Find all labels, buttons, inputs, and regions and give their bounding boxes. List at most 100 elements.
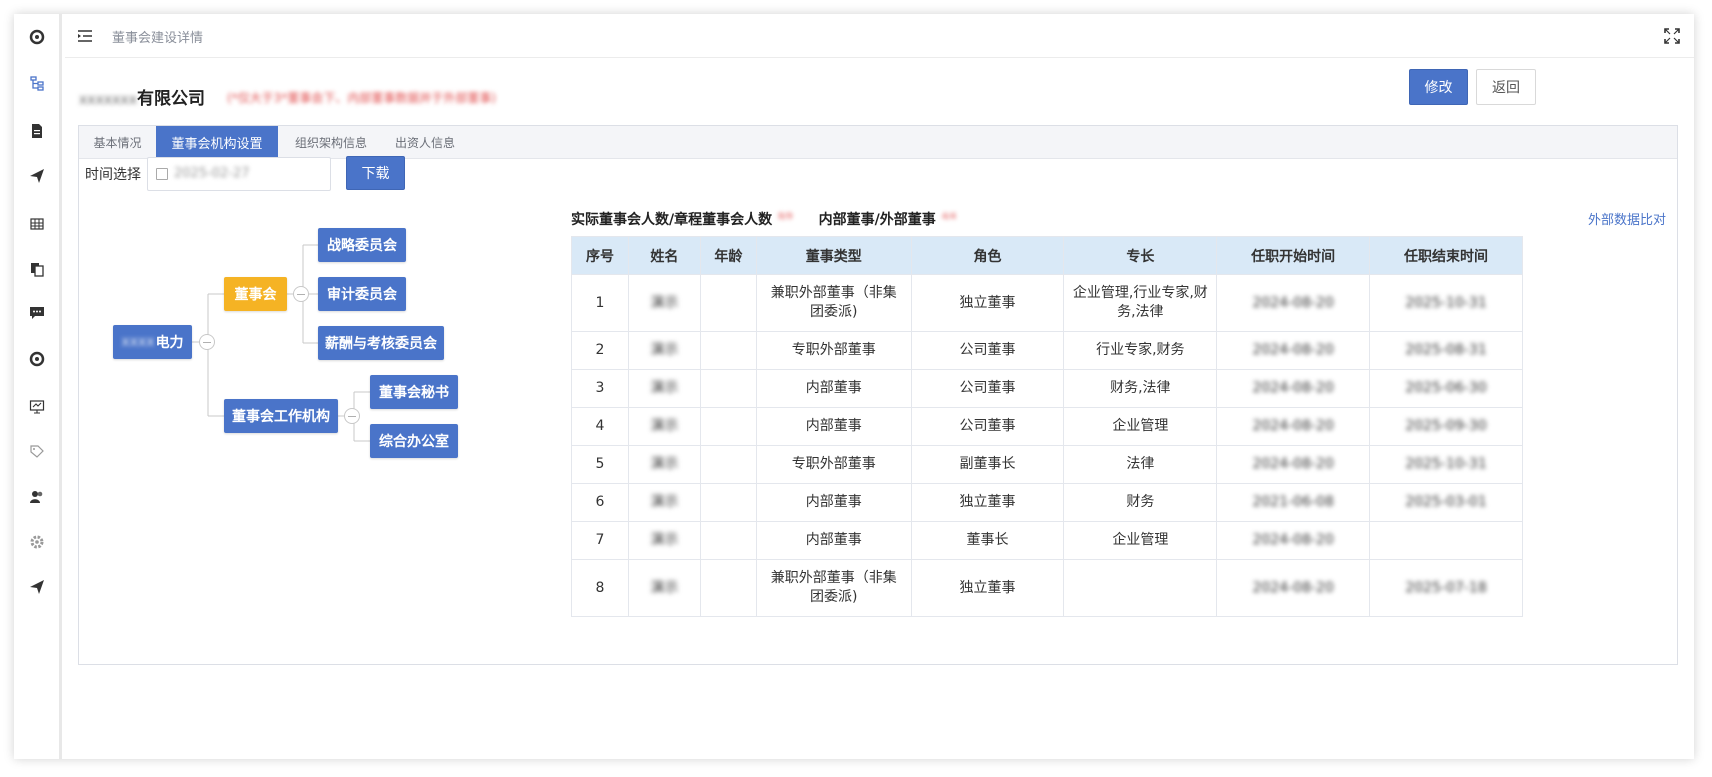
cell-expertise: 法律 <box>1063 445 1218 484</box>
org-node-audit-committee[interactable]: 审计委员会 <box>318 277 406 311</box>
date-picker[interactable]: 2025-02-27 <box>147 157 331 191</box>
org-root-prefix: xxxx <box>121 334 155 350</box>
col-header-expertise: 专长 <box>1063 236 1218 275</box>
table-row: 7 演示 内部董事 董事长 企业管理 2024-08-20 <box>571 521 1523 560</box>
cell-end: 2025-10-31 <box>1369 274 1523 332</box>
col-header-role: 角色 <box>910 236 1065 275</box>
grid-icon[interactable] <box>28 215 46 233</box>
breadcrumb: 董事会建设详情 <box>112 31 204 46</box>
cell-type: 专职外部董事 <box>755 331 912 370</box>
cell-name: 演示 <box>627 483 701 522</box>
col-header-name: 姓名 <box>627 236 701 275</box>
cell-start: 2024-08-20 <box>1216 331 1371 370</box>
cell-start: 2024-08-20 <box>1216 521 1371 560</box>
table-row: 5 演示 专职外部董事 副董事长 法律 2024-08-20 2025-10-31 <box>571 445 1523 484</box>
sidebar <box>14 14 62 759</box>
cell-role: 独立董事 <box>910 483 1065 522</box>
col-header-no: 序号 <box>571 236 629 275</box>
table-header-row: 序号 姓名 年龄 董事类型 角色 专长 任职开始时间 任职结束时间 <box>571 236 1523 275</box>
col-header-start: 任职开始时间 <box>1216 236 1371 275</box>
cell-type: 内部董事 <box>755 369 912 408</box>
cell-expertise: 行业专家,财务 <box>1063 331 1218 370</box>
internal-vs-external-label: 内部董事/外部董事 <box>818 212 936 228</box>
cell-age <box>699 331 757 370</box>
company-name-prefix: xxxxxxx <box>79 92 137 108</box>
cell-role: 公司董事 <box>910 407 1065 446</box>
org-node-strategy-committee[interactable]: 战略委员会 <box>318 228 406 262</box>
cell-no: 4 <box>571 407 629 446</box>
fullscreen-icon[interactable] <box>1664 28 1680 44</box>
collapse-toggle[interactable] <box>344 408 360 424</box>
send-icon[interactable] <box>28 578 46 596</box>
cell-end <box>1369 521 1523 560</box>
cell-age <box>699 521 757 560</box>
cell-expertise: 企业管理 <box>1063 521 1218 560</box>
download-button[interactable]: 下载 <box>346 156 405 190</box>
back-button[interactable]: 返回 <box>1476 69 1536 105</box>
cell-type: 内部董事 <box>755 483 912 522</box>
document-icon[interactable] <box>28 122 46 140</box>
col-header-age: 年龄 <box>699 236 757 275</box>
topbar: 董事会建设详情 <box>65 14 1694 58</box>
cell-start: 2024-08-20 <box>1216 369 1371 408</box>
cell-name: 演示 <box>627 445 701 484</box>
cell-end: 2025-09-30 <box>1369 407 1523 446</box>
cell-type: 兼职外部董事（非集团委派) <box>755 274 912 332</box>
settings-icon[interactable] <box>28 350 46 368</box>
page-title: xxxxxxx有限公司 <box>79 84 205 109</box>
app-window: 董事会建设详情 xxxxxxx有限公司 (*仅大于3*董事会下、内部董事数据并于… <box>14 14 1694 759</box>
edit-button[interactable]: 修改 <box>1409 69 1468 105</box>
table-row: 8 演示 兼职外部董事（非集团委派) 独立董事 2024-08-20 2025-07-18 <box>571 559 1523 617</box>
board-summary: 实际董事会人数/章程董事会人数 8/9 内部董事/外部董事 4/4 <box>571 209 956 229</box>
cell-no: 5 <box>571 445 629 484</box>
cell-type: 兼职外部董事（非集团委派) <box>755 559 912 617</box>
org-node-board-secretary[interactable]: 董事会秘书 <box>370 375 458 409</box>
tag-icon[interactable] <box>28 443 46 461</box>
tab-board-structure[interactable]: 董事会机构设置 <box>156 126 278 159</box>
company-name: 有限公司 <box>137 89 205 109</box>
users-icon[interactable] <box>28 488 46 506</box>
cell-role: 公司董事 <box>910 369 1065 408</box>
cell-expertise: 企业管理,行业专家,财务,法律 <box>1063 274 1218 332</box>
tab-org-structure[interactable]: 组织架构信息 <box>284 126 378 159</box>
monitor-icon[interactable] <box>28 398 46 416</box>
cell-end: 2025-06-30 <box>1369 369 1523 408</box>
cell-type: 专职外部董事 <box>755 445 912 484</box>
table-row: 6 演示 内部董事 独立董事 财务 2021-06-08 2025-03-01 <box>571 483 1523 522</box>
cell-no: 2 <box>571 331 629 370</box>
table-row: 1 演示 兼职外部董事（非集团委派) 独立董事 企业管理,行业专家,财务,法律 2024-… <box>571 274 1523 332</box>
cell-end: 2025-10-31 <box>1369 445 1523 484</box>
cell-role: 独立董事 <box>910 274 1065 332</box>
cell-no: 1 <box>571 274 629 332</box>
copy-icon[interactable] <box>28 260 46 278</box>
tab-investor-info[interactable]: 出资人信息 <box>384 126 466 159</box>
gear-icon[interactable] <box>28 533 46 551</box>
company-note: (*仅大于3*董事会下、内部董事数据并于外部董事) <box>227 91 496 105</box>
org-node-root[interactable]: xxxx 电力 <box>113 325 192 359</box>
cell-no: 6 <box>571 483 629 522</box>
cell-age <box>699 559 757 617</box>
external-data-compare-link[interactable]: 外部数据比对 <box>1588 209 1666 228</box>
org-root-label: 电力 <box>155 335 184 351</box>
cell-type: 内部董事 <box>755 521 912 560</box>
collapse-toggle[interactable] <box>199 334 215 350</box>
collapse-toggle[interactable] <box>293 286 309 302</box>
cell-name: 演示 <box>627 559 701 617</box>
settings-icon[interactable] <box>28 28 46 46</box>
org-node-compensation-committee[interactable]: 薪酬与考核委员会 <box>318 326 444 360</box>
menu-toggle-icon[interactable] <box>77 28 93 42</box>
send-icon[interactable] <box>28 167 46 185</box>
cell-name: 演示 <box>627 331 701 370</box>
cell-expertise: 企业管理 <box>1063 407 1218 446</box>
chat-icon[interactable] <box>28 304 46 322</box>
org-node-general-office[interactable]: 综合办公室 <box>370 424 458 458</box>
org-node-board[interactable]: 董事会 <box>224 277 287 311</box>
cell-age <box>699 483 757 522</box>
tree-icon[interactable] <box>28 74 46 92</box>
cell-age <box>699 407 757 446</box>
cell-name: 演示 <box>627 274 701 332</box>
tab-basic-info[interactable]: 基本情况 <box>79 126 156 159</box>
org-node-board-work-org[interactable]: 董事会工作机构 <box>224 399 338 433</box>
cell-role: 独立董事 <box>910 559 1065 617</box>
cell-role: 董事长 <box>910 521 1065 560</box>
